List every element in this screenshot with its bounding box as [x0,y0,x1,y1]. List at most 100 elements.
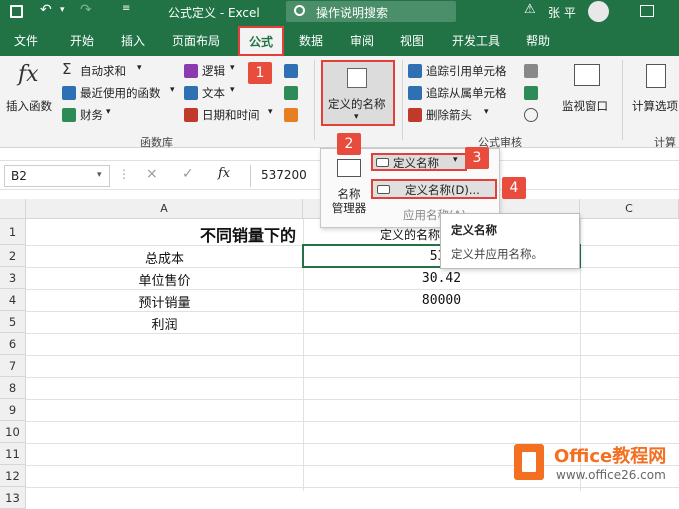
window-title: 公式定义 - Excel [168,6,260,20]
cell-b4[interactable]: 80000 [303,293,580,308]
undo-dropdown-icon[interactable]: ▾ [60,5,65,15]
show-formulas-icon[interactable] [524,64,538,78]
annotation-badge-2: 2 [337,133,361,155]
cell-a1[interactable]: 不同销量下的 [200,222,296,246]
tab-data[interactable]: 数据 [299,32,323,49]
row-header[interactable]: 4 [0,289,26,311]
define-name-label: 定义名称 [393,156,439,170]
user-name[interactable]: 张 平 [548,4,576,21]
cell-b3[interactable]: 30.42 [303,271,580,286]
row-header[interactable]: 12 [0,465,26,487]
column-header-c[interactable]: C [580,199,679,219]
tag-icon [376,158,389,167]
ribbon-display-icon[interactable] [640,5,654,17]
tab-review[interactable]: 审阅 [350,32,374,49]
define-name-menu-item[interactable]: 定义名称(D)... [371,179,497,199]
cancel-icon[interactable]: × [146,166,158,182]
search-box[interactable]: 操作说明搜索 [286,1,456,22]
row-header[interactable]: 11 [0,443,26,465]
watch-window-button[interactable]: 监视窗口 [560,60,616,126]
row-header[interactable]: 3 [0,267,26,289]
trace-dependents-label: 追踪从属单元格 [426,86,507,100]
row-header[interactable]: 1 [0,219,26,245]
remove-arrows-label: 删除箭头 [426,108,472,122]
save-icon[interactable] [10,5,23,18]
avatar[interactable] [588,1,609,22]
redo-icon[interactable]: ↷ [80,2,92,18]
star-icon [62,86,76,100]
logic-label: 逻辑 [202,64,225,78]
office-logo-icon [514,444,544,480]
search-placeholder: 操作说明搜索 [316,6,389,20]
row-header[interactable]: 5 [0,311,26,333]
datetime-button[interactable]: 日期和时间 ▾ [184,106,276,124]
cell-a5[interactable]: 利润 [26,314,303,333]
tag-icon [347,68,367,88]
cell-a2[interactable]: 总成本 [26,248,303,267]
fx-icon: fx [18,62,39,87]
recent-functions-label: 最近使用的函数 [80,86,161,100]
error-checking-icon[interactable] [524,86,538,100]
finance-button[interactable]: 财务 ▾ [60,106,120,124]
group-function-library: 函数库 [140,136,173,149]
column-header-a[interactable]: A [26,199,303,219]
grid-line [26,355,679,356]
calc-options-button[interactable]: 计算选项 [628,60,679,126]
row-header[interactable]: 8 [0,377,26,399]
math-icon[interactable] [284,86,298,100]
tab-home[interactable]: 开始 [70,32,94,49]
formula-value: 537200 [261,168,307,182]
dropdown-arrow-icon: ▾ [230,85,235,95]
defined-names-button[interactable]: 定义的名称 ▾ [321,60,395,126]
grid-line [26,333,679,334]
enter-icon[interactable]: ✓ [182,166,194,182]
remove-arrows-button[interactable]: 删除箭头 ▾ [408,106,504,124]
grid-line [26,421,679,422]
row-header[interactable]: 9 [0,399,26,421]
row-header[interactable]: 13 [0,487,26,509]
row-header[interactable]: 6 [0,333,26,355]
tab-page-layout[interactable]: 页面布局 [172,32,220,49]
tab-help[interactable]: 帮助 [526,32,550,49]
office-logo-inner-icon [522,452,536,472]
select-all-corner[interactable] [0,199,26,219]
tab-developer[interactable]: 开发工具 [452,32,500,49]
trace-dependents-button[interactable]: 追踪从属单元格 [408,84,516,102]
divider [402,60,403,140]
insert-function-icon[interactable]: fx [218,166,230,181]
cell-a3[interactable]: 单位售价 [26,270,303,289]
customize-toolbar-icon[interactable]: ≡ [122,3,130,14]
recent-functions-button[interactable]: 最近使用的函数 ▾ [60,84,178,102]
name-manager-button[interactable]: 名称 管理器 [327,155,371,225]
name-box[interactable]: B2 ▾ [4,165,110,187]
dropdown-arrow-icon: ▾ [484,107,489,117]
lookup-icon[interactable] [284,64,298,78]
autosum-button[interactable]: Σ 自动求和 ▾ [60,60,160,80]
defined-names-label: 定义的名称 [328,97,386,111]
tab-file[interactable]: 文件 [14,32,38,49]
trace-dependents-icon [408,86,422,100]
tab-insert[interactable]: 插入 [121,32,145,49]
row-header[interactable]: 2 [0,245,26,267]
row-header[interactable]: 7 [0,355,26,377]
evaluate-formula-icon[interactable] [524,108,538,122]
tab-view[interactable]: 视图 [400,32,424,49]
define-name-split-button[interactable]: 定义名称 ▾ [371,153,467,171]
warning-icon[interactable]: ⚠ [524,2,536,17]
group-calc: 计算 [654,136,676,149]
cell-a4[interactable]: 预计销量 [26,292,303,311]
text-button[interactable]: 文本 ▾ [184,84,254,102]
more-functions-icon[interactable] [284,108,298,122]
row-header[interactable]: 10 [0,421,26,443]
tab-formulas[interactable]: 公式 [238,26,284,56]
dropdown-arrow-icon: ▾ [137,63,142,73]
dropdown-arrow-icon: ▾ [170,85,175,95]
logic-button[interactable]: 逻辑 ▾ [184,62,254,80]
trace-precedents-button[interactable]: 追踪引用单元格 [408,62,516,80]
tooltip-desc: 定义并应用名称。 [451,247,543,261]
finance-icon [62,108,76,122]
cell-b1[interactable]: 定义的名称 [380,226,440,243]
insert-function-button[interactable]: fx 插入函数 [4,60,56,120]
undo-icon[interactable]: ↶ [40,2,52,18]
divider [622,60,623,140]
